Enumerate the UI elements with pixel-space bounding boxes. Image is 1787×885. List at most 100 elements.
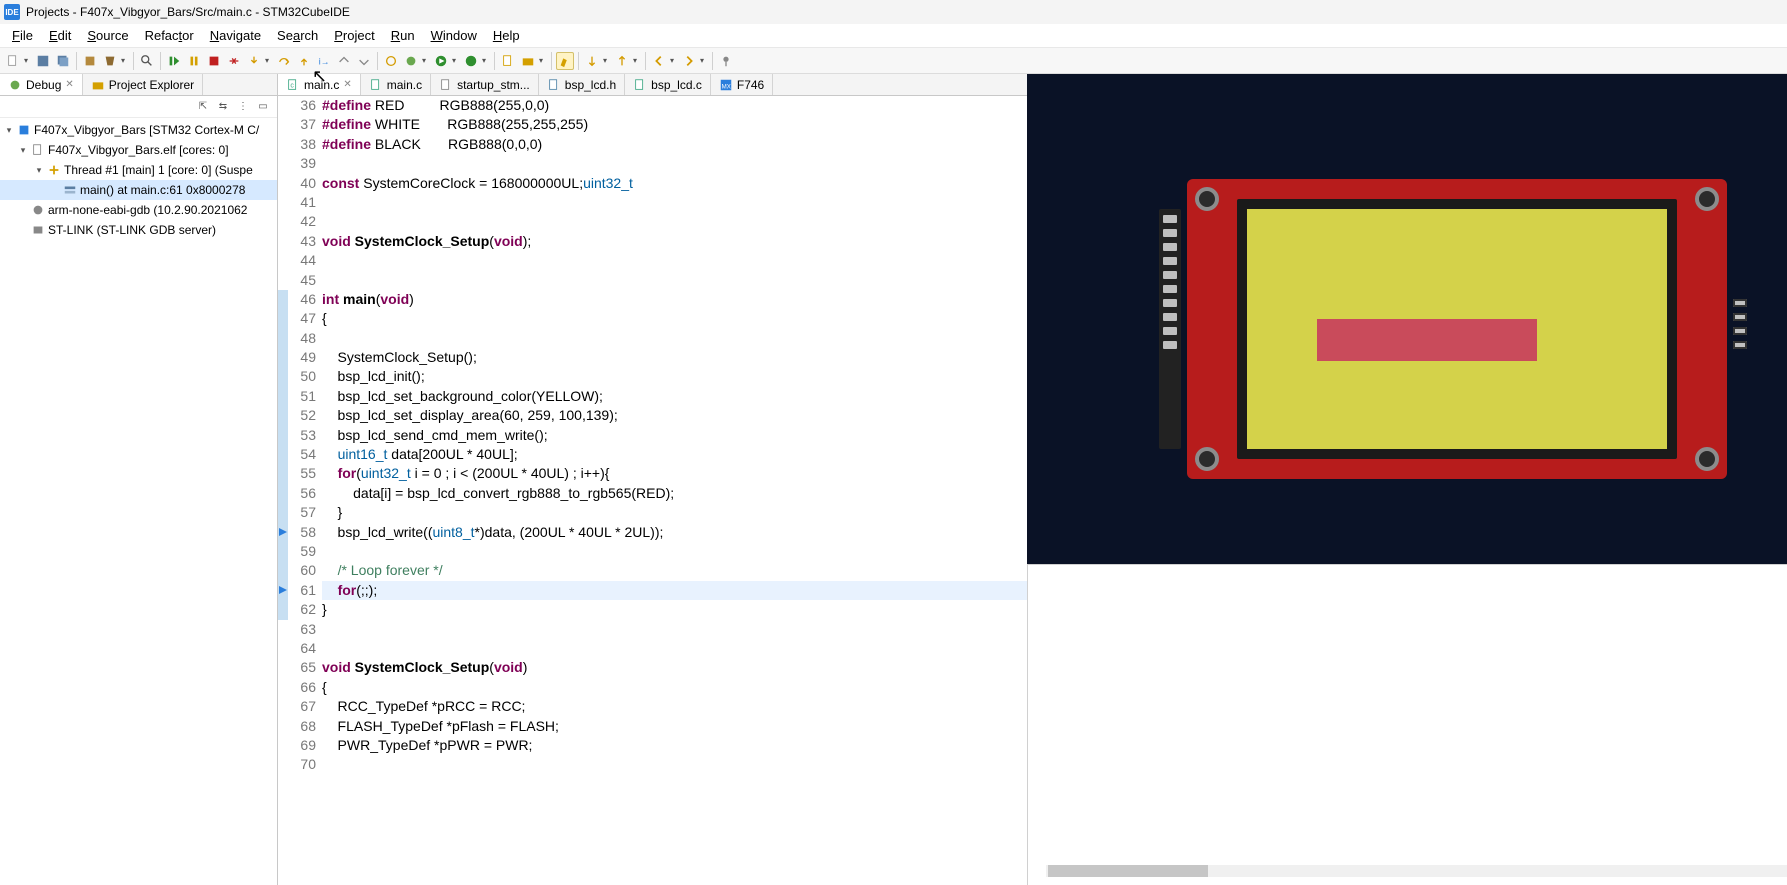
- save-all-button[interactable]: [54, 52, 72, 70]
- tree-label: F407x_Vibgyor_Bars.elf [cores: 0]: [48, 143, 229, 157]
- editor-tabs: c main.c ✕ main.c startup_stm... bsp_lcd…: [278, 74, 1027, 96]
- menu-refactor[interactable]: Refactor: [137, 26, 202, 45]
- tab-project-explorer[interactable]: Project Explorer: [83, 74, 203, 95]
- editor-tab-label: bsp_lcd.h: [565, 78, 616, 92]
- debug-dropdown[interactable]: ▾: [422, 56, 430, 65]
- build-config-button[interactable]: [101, 52, 119, 70]
- code-editor[interactable]: 3637383940414243444546474849505152535455…: [278, 96, 1027, 885]
- svg-text:c: c: [290, 82, 294, 89]
- menu-run[interactable]: Run: [383, 26, 423, 45]
- resume-button[interactable]: [165, 52, 183, 70]
- twisty-icon[interactable]: ▾: [32, 165, 46, 176]
- instruction-step-button[interactable]: i→: [315, 52, 333, 70]
- tree-row-frame[interactable]: main() at main.c:61 0x8000278: [0, 180, 277, 200]
- debug-button[interactable]: [402, 52, 420, 70]
- tab-debug-label: Debug: [26, 78, 61, 92]
- new-button[interactable]: [4, 52, 22, 70]
- collapse-all-icon[interactable]: ⇱: [195, 99, 211, 115]
- left-view-tabs: Debug ✕ Project Explorer: [0, 74, 277, 96]
- disconnect-button[interactable]: [225, 52, 243, 70]
- menu-navigate[interactable]: Navigate: [202, 26, 269, 45]
- menu-file[interactable]: File: [4, 26, 41, 45]
- tree-row-stlink[interactable]: ST-LINK (ST-LINK GDB server): [0, 220, 277, 240]
- debug-tree[interactable]: ▾ F407x_Vibgyor_Bars [STM32 Cortex-M C/ …: [0, 118, 277, 885]
- run-button[interactable]: [432, 52, 450, 70]
- minimize-icon[interactable]: ▭: [255, 99, 271, 115]
- step-return-button[interactable]: [295, 52, 313, 70]
- tab-debug[interactable]: Debug ✕: [0, 74, 83, 95]
- new-dropdown[interactable]: ▾: [24, 56, 32, 65]
- chip-icon: [16, 122, 32, 138]
- forward-dropdown[interactable]: ▾: [700, 56, 708, 65]
- tree-row-project[interactable]: ▾ F407x_Vibgyor_Bars [STM32 Cortex-M C/: [0, 120, 277, 140]
- bug-icon: [8, 78, 22, 92]
- search-button[interactable]: [138, 52, 156, 70]
- link-editor-icon[interactable]: ⇆: [215, 99, 231, 115]
- editor-tab-main-c-2[interactable]: main.c: [361, 74, 431, 95]
- svg-text:i→: i→: [319, 56, 330, 66]
- terminate-button[interactable]: [205, 52, 223, 70]
- twisty-icon[interactable]: ▾: [16, 145, 30, 156]
- editor-left-margin[interactable]: [278, 96, 288, 885]
- menu-edit[interactable]: Edit: [41, 26, 79, 45]
- build-button[interactable]: [81, 52, 99, 70]
- bottom-right-panel: [1027, 564, 1787, 885]
- pin-button[interactable]: [717, 52, 735, 70]
- step-into-button[interactable]: [245, 52, 263, 70]
- menu-help[interactable]: Help: [485, 26, 528, 45]
- menu-project[interactable]: Project: [326, 26, 382, 45]
- prev-annotation-button[interactable]: [613, 52, 631, 70]
- tree-label: arm-none-eabi-gdb (10.2.90.2021062: [48, 203, 247, 217]
- back-button[interactable]: [650, 52, 668, 70]
- editor-tab-bsp-lcd-c[interactable]: bsp_lcd.c: [625, 74, 711, 95]
- mx-file-icon: MX: [719, 78, 733, 92]
- side-pads: [1733, 299, 1747, 359]
- new-folder-dropdown[interactable]: ▾: [539, 56, 547, 65]
- editor-tab-label: main.c: [304, 78, 339, 92]
- run-last-button[interactable]: [462, 52, 480, 70]
- horizontal-scrollbar[interactable]: [1046, 865, 1787, 877]
- restart-button[interactable]: [382, 52, 400, 70]
- stackframe-icon: [62, 182, 78, 198]
- menu-search[interactable]: Search: [269, 26, 326, 45]
- view-menu-icon[interactable]: ⋮: [235, 99, 251, 115]
- forward-button[interactable]: [680, 52, 698, 70]
- editor-tab-f746[interactable]: MX F746: [711, 74, 773, 95]
- twisty-icon[interactable]: ▾: [2, 125, 16, 136]
- lcd-display: [1247, 209, 1667, 449]
- tree-row-gdb[interactable]: arm-none-eabi-gdb (10.2.90.2021062: [0, 200, 277, 220]
- run-last-dropdown[interactable]: ▾: [482, 56, 490, 65]
- editor-tab-main-c-1[interactable]: c main.c ✕: [278, 74, 361, 95]
- next-annotation-button[interactable]: [583, 52, 601, 70]
- step-over-button[interactable]: [275, 52, 293, 70]
- editor-tab-label: bsp_lcd.c: [651, 78, 702, 92]
- menu-window[interactable]: Window: [423, 26, 485, 45]
- code-content[interactable]: #define RED RGB888(255,0,0)#define WHITE…: [322, 96, 1027, 885]
- drop-frame-button[interactable]: [355, 52, 373, 70]
- scrollbar-thumb[interactable]: [1048, 865, 1208, 877]
- h-file-icon: [547, 78, 561, 92]
- step-filter-button[interactable]: [335, 52, 353, 70]
- editor-tab-startup[interactable]: startup_stm...: [431, 74, 539, 95]
- tree-label: ST-LINK (ST-LINK GDB server): [48, 223, 216, 237]
- tree-row-elf[interactable]: ▾ F407x_Vibgyor_Bars.elf [cores: 0]: [0, 140, 277, 160]
- new-cpp-button[interactable]: [499, 52, 517, 70]
- save-button[interactable]: [34, 52, 52, 70]
- toggle-highlight-button[interactable]: [556, 52, 574, 70]
- c-file-icon: [369, 78, 383, 92]
- main-toolbar: ▾ ▾ ▾ i→ ▾ ▾ ▾ ▾ ▾ ▾ ▾ ▾: [0, 48, 1787, 74]
- next-annotation-dropdown[interactable]: ▾: [603, 56, 611, 65]
- tree-row-thread[interactable]: ▾ Thread #1 [main] 1 [core: 0] (Suspe: [0, 160, 277, 180]
- run-dropdown[interactable]: ▾: [452, 56, 460, 65]
- close-icon[interactable]: ✕: [65, 79, 73, 90]
- editor-tab-bsp-lcd-h[interactable]: bsp_lcd.h: [539, 74, 625, 95]
- new-folder-button[interactable]: [519, 52, 537, 70]
- suspend-button[interactable]: [185, 52, 203, 70]
- prev-annotation-dropdown[interactable]: ▾: [633, 56, 641, 65]
- menu-source[interactable]: Source: [79, 26, 136, 45]
- back-dropdown[interactable]: ▾: [670, 56, 678, 65]
- dev-board: [1187, 179, 1727, 479]
- step-into-dropdown[interactable]: ▾: [265, 56, 273, 65]
- close-icon[interactable]: ✕: [343, 79, 351, 90]
- build-dropdown[interactable]: ▾: [121, 56, 129, 65]
